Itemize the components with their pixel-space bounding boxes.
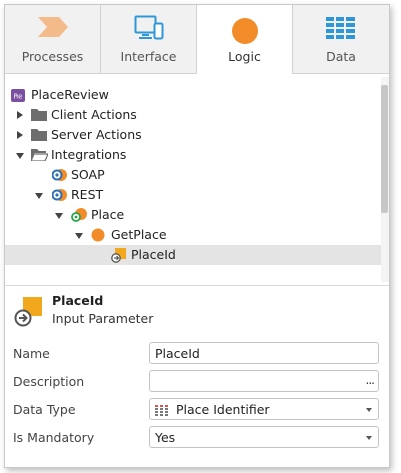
- chevron-down-icon: [366, 436, 372, 440]
- tab-label: Interface: [120, 49, 177, 64]
- tree-item-server-actions[interactable]: Server Actions: [5, 125, 381, 145]
- input-parameter-icon: [111, 247, 127, 266]
- property-label: Is Mandatory: [13, 430, 95, 445]
- tree-item-client-actions[interactable]: Client Actions: [5, 105, 381, 125]
- tab-label: Processes: [21, 49, 84, 64]
- collapse-arrow-icon[interactable]: [75, 233, 83, 239]
- rest-service-icon: [51, 187, 68, 206]
- property-row-name: Name PlaceId: [5, 340, 389, 368]
- property-label: Name: [13, 346, 50, 361]
- properties-title: PlaceId: [52, 293, 104, 308]
- chevron-down-icon: [366, 408, 372, 412]
- folder-icon: [31, 108, 47, 124]
- data-grid-icon: [326, 17, 356, 42]
- open-folder-icon: [30, 148, 49, 164]
- logic-panel: Processes Interface Logic Data Re PlaceR…: [4, 4, 390, 468]
- expand-arrow-icon[interactable]: [17, 131, 23, 139]
- tree-label: GetPlace: [111, 227, 167, 242]
- tree-label: Client Actions: [51, 107, 137, 122]
- tab-processes[interactable]: Processes: [5, 5, 101, 73]
- collapse-arrow-icon[interactable]: [16, 153, 24, 159]
- tab-interface[interactable]: Interface: [101, 5, 197, 73]
- is-mandatory-value: Yes: [155, 430, 176, 445]
- folder-icon: [31, 128, 47, 144]
- processes-chevron-icon: [37, 15, 69, 42]
- identifier-grid-icon: [155, 404, 168, 419]
- name-value: PlaceId: [155, 346, 200, 361]
- tree-item-soap[interactable]: SOAP: [5, 165, 381, 185]
- property-label: Data Type: [13, 402, 76, 417]
- description-input[interactable]: ...: [149, 370, 379, 392]
- rest-api-icon: [71, 207, 87, 226]
- collapse-arrow-icon[interactable]: [55, 213, 63, 219]
- tab-logic[interactable]: Logic: [197, 5, 293, 74]
- property-row-is-mandatory: Is Mandatory Yes: [5, 424, 389, 452]
- tab-bar: Processes Interface Logic Data: [5, 5, 389, 74]
- properties-header: PlaceId Input Parameter: [5, 291, 389, 331]
- tree-item-place[interactable]: Place: [5, 205, 381, 225]
- tree-item-placereview[interactable]: Re PlaceReview: [5, 85, 381, 105]
- tree-label: Integrations: [51, 147, 127, 162]
- tree-label: Place: [91, 207, 125, 222]
- tree-label: SOAP: [71, 167, 105, 182]
- expand-arrow-icon[interactable]: [17, 111, 23, 119]
- tree-label: PlaceId: [131, 247, 176, 262]
- properties-subtitle: Input Parameter: [52, 311, 154, 326]
- logic-tree: Re PlaceReview Client Actions Server Act…: [5, 80, 381, 275]
- tree-label: Server Actions: [51, 127, 142, 142]
- method-circle-icon: [91, 228, 105, 245]
- data-type-value: Place Identifier: [176, 402, 270, 417]
- tree-label: REST: [71, 187, 104, 202]
- input-parameter-large-icon: [12, 295, 44, 330]
- tab-label: Data: [326, 49, 356, 64]
- tree-item-integrations[interactable]: Integrations: [5, 145, 381, 165]
- tree-label: PlaceReview: [31, 87, 109, 102]
- property-row-data-type: Data Type Place Identifier: [5, 396, 389, 424]
- tree-item-placeid[interactable]: PlaceId: [5, 245, 381, 265]
- tree-item-getplace[interactable]: GetPlace: [5, 225, 381, 245]
- tree-item-rest[interactable]: REST: [5, 185, 381, 205]
- data-type-select[interactable]: Place Identifier: [149, 398, 379, 420]
- soap-service-icon: [51, 167, 68, 186]
- collapse-arrow-icon[interactable]: [35, 193, 43, 199]
- name-input[interactable]: PlaceId: [149, 342, 379, 364]
- svg-text:Re: Re: [14, 93, 23, 101]
- module-badge-icon: Re: [11, 89, 25, 105]
- tab-data[interactable]: Data: [293, 5, 389, 73]
- interface-monitor-icon: [134, 15, 164, 44]
- logic-circle-icon: [231, 17, 259, 48]
- tree-scrollbar-thumb[interactable]: [381, 85, 388, 213]
- panel-divider: [5, 285, 389, 286]
- is-mandatory-select[interactable]: Yes: [149, 426, 379, 448]
- property-label: Description: [13, 374, 85, 389]
- description-expand-button[interactable]: ...: [366, 373, 376, 387]
- property-row-description: Description ...: [5, 368, 389, 396]
- tab-label: Logic: [228, 49, 261, 64]
